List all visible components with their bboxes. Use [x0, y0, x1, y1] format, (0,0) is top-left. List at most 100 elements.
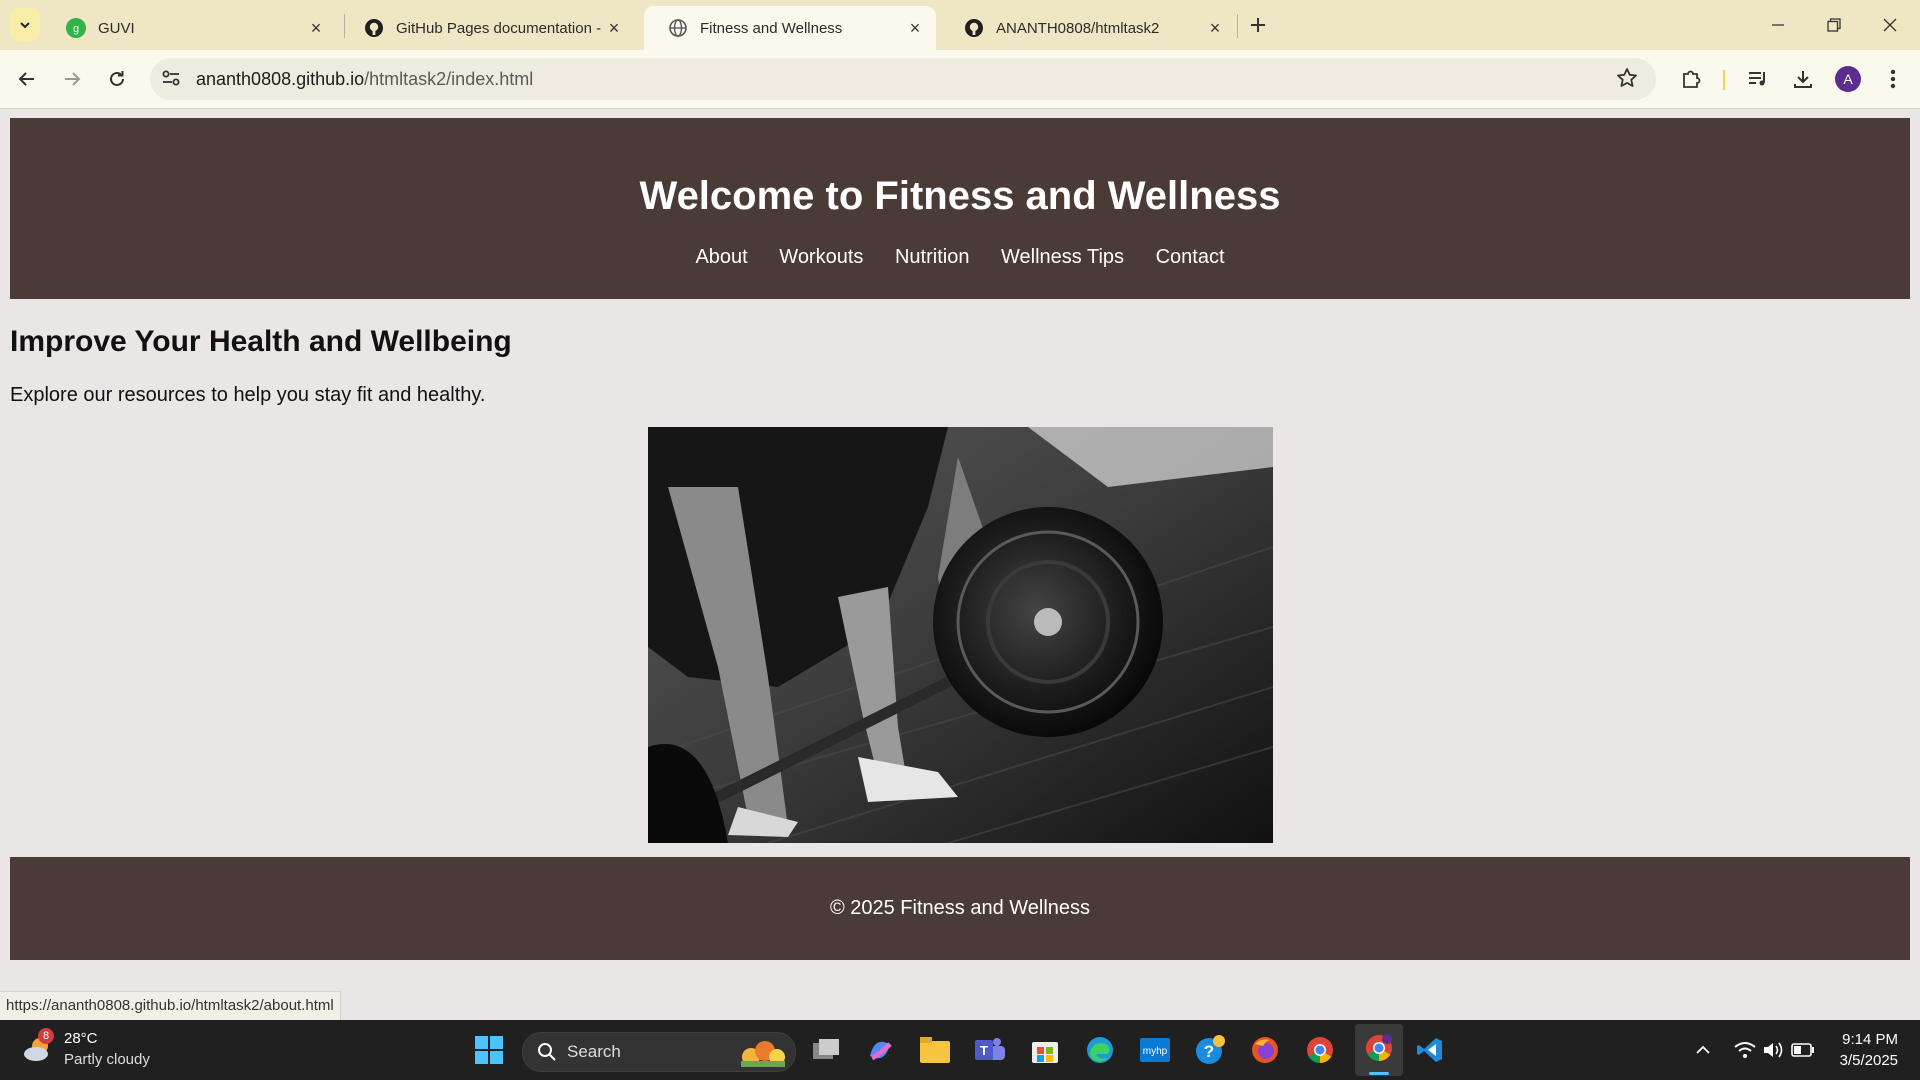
hero-image — [648, 427, 1273, 843]
chrome-profile-active-app[interactable] — [1355, 1024, 1403, 1076]
svg-text:myhp: myhp — [1143, 1046, 1168, 1057]
page-viewport: Welcome to Fitness and Wellness About Wo… — [0, 109, 1920, 1021]
arrow-right-icon — [65, 72, 81, 86]
arrow-left-icon — [18, 72, 34, 86]
copilot-icon[interactable] — [860, 1030, 900, 1070]
forward-button[interactable] — [54, 61, 90, 97]
back-button[interactable] — [9, 61, 45, 97]
site-nav: About Workouts Nutrition Wellness Tips C… — [10, 246, 1910, 269]
playlist-icon — [1749, 72, 1765, 86]
guvi-favicon-icon: g — [66, 18, 86, 38]
svg-text:g: g — [73, 23, 79, 35]
github-icon — [364, 18, 384, 38]
reload-icon — [110, 71, 124, 86]
edge-icon[interactable] — [1080, 1030, 1120, 1070]
nav-link-nutrition[interactable]: Nutrition — [895, 246, 969, 268]
nav-link-about[interactable]: About — [695, 246, 747, 268]
weather-description: Partly cloudy — [64, 1051, 150, 1068]
close-tab-icon[interactable]: × — [307, 18, 325, 38]
task-view-icon[interactable] — [806, 1030, 846, 1070]
url-path: /htmltask2/index.html — [364, 69, 534, 89]
weather-widget[interactable]: 8 28°C Partly cloudy — [16, 1028, 276, 1074]
firefox-icon[interactable] — [1245, 1030, 1285, 1070]
close-window-button[interactable] — [1862, 0, 1918, 50]
footer-copyright: © 2025 Fitness and Wellness — [829, 897, 1091, 919]
url-text: ananth0808.github.io/htmltask2/index.htm… — [196, 69, 533, 90]
status-bar-url: https://ananth0808.github.io/htmltask2/a… — [0, 991, 341, 1021]
search-icon — [537, 1042, 557, 1067]
close-icon — [1883, 18, 1897, 32]
minimize-button[interactable] — [1750, 0, 1806, 50]
extensions-button[interactable] — [1673, 61, 1709, 97]
weightlifting-photo — [648, 427, 1273, 843]
site-info-icon[interactable] — [160, 67, 182, 94]
windows-taskbar: 8 28°C Partly cloudy Search T myhp ? 9:1… — [0, 1020, 1920, 1080]
active-app-indicator — [1369, 1072, 1389, 1075]
menu-button[interactable] — [1875, 61, 1911, 97]
puzzle-icon — [1683, 70, 1701, 88]
tab-fitness-and-wellness[interactable]: Fitness and Wellness × — [644, 6, 936, 50]
search-highlight-icon — [733, 1035, 789, 1074]
toolbar-divider — [1723, 70, 1725, 90]
more-vertical-icon — [1890, 69, 1896, 89]
close-tab-icon[interactable]: × — [1206, 18, 1224, 38]
address-bar[interactable]: ananth0808.github.io/htmltask2/index.htm… — [150, 58, 1656, 100]
chevron-up-icon[interactable] — [1683, 1030, 1723, 1070]
close-tab-icon[interactable]: × — [906, 18, 924, 38]
section-intro: Explore our resources to help you stay f… — [10, 384, 486, 406]
weather-temperature: 28°C — [64, 1030, 98, 1047]
reload-button[interactable] — [99, 61, 135, 97]
restore-icon — [1827, 18, 1841, 32]
site-footer: © 2025 Fitness and Wellness — [10, 857, 1910, 960]
tab-title: GitHub Pages documentation - — [396, 19, 602, 37]
new-tab-button[interactable] — [1240, 7, 1276, 43]
nav-link-wellness-tips[interactable]: Wellness Tips — [1001, 246, 1124, 268]
svg-text:?: ? — [1204, 1042, 1214, 1061]
chevron-down-icon — [20, 21, 30, 28]
myhp-icon[interactable]: myhp — [1135, 1030, 1175, 1070]
media-controls-button[interactable] — [1740, 61, 1776, 97]
get-help-icon[interactable]: ? — [1190, 1030, 1230, 1070]
download-icon — [1794, 71, 1812, 88]
file-explorer-icon[interactable] — [915, 1030, 955, 1070]
profile-button[interactable]: A — [1830, 61, 1866, 97]
globe-icon — [668, 18, 688, 38]
plus-icon — [1251, 18, 1265, 32]
close-tab-icon[interactable]: × — [605, 18, 623, 38]
chrome-profile-icon — [1365, 1034, 1393, 1067]
bookmark-star-icon[interactable] — [1616, 67, 1638, 94]
browser-toolbar: ananth0808.github.io/htmltask2/index.htm… — [0, 50, 1920, 109]
minimize-icon — [1772, 24, 1784, 26]
tab-search-button[interactable] — [10, 8, 40, 41]
tab-divider — [1237, 14, 1238, 38]
nav-link-workouts[interactable]: Workouts — [779, 246, 863, 268]
tab-title: GUVI — [98, 19, 135, 37]
tab-guvi[interactable]: g GUVI × — [42, 6, 337, 50]
start-button[interactable] — [469, 1030, 509, 1070]
section-heading: Improve Your Health and Wellbeing — [10, 325, 512, 358]
nav-link-contact[interactable]: Contact — [1156, 246, 1225, 268]
svg-text:T: T — [980, 1043, 988, 1058]
page-title: Welcome to Fitness and Wellness — [639, 174, 1281, 218]
tab-title: ANANTH0808/htmltask2 — [996, 19, 1160, 37]
windows-logo-icon — [475, 1036, 503, 1064]
vscode-icon[interactable] — [1410, 1030, 1450, 1070]
github-icon — [964, 18, 984, 38]
url-host: ananth0808.github.io — [196, 69, 365, 89]
search-placeholder: Search — [567, 1042, 621, 1061]
clock-time[interactable]: 9:14 PM — [1830, 1031, 1898, 1048]
battery-icon[interactable] — [1783, 1030, 1823, 1070]
avatar: A — [1835, 66, 1861, 92]
tab-title: Fitness and Wellness — [700, 19, 843, 37]
site-header: Welcome to Fitness and Wellness About Wo… — [10, 118, 1910, 299]
restore-button[interactable] — [1806, 0, 1862, 50]
teams-icon[interactable]: T — [970, 1030, 1010, 1070]
microsoft-store-icon[interactable] — [1025, 1030, 1065, 1070]
tab-github-pages[interactable]: GitHub Pages documentation - × — [340, 6, 635, 50]
chrome-icon[interactable] — [1300, 1030, 1340, 1070]
clock-date[interactable]: 3/5/2025 — [1830, 1052, 1898, 1069]
taskbar-search[interactable]: Search — [522, 1032, 796, 1072]
tab-github-repo[interactable]: ANANTH0808/htmltask2 × — [940, 6, 1236, 50]
weather-badge: 8 — [38, 1028, 54, 1044]
downloads-button[interactable] — [1785, 61, 1821, 97]
